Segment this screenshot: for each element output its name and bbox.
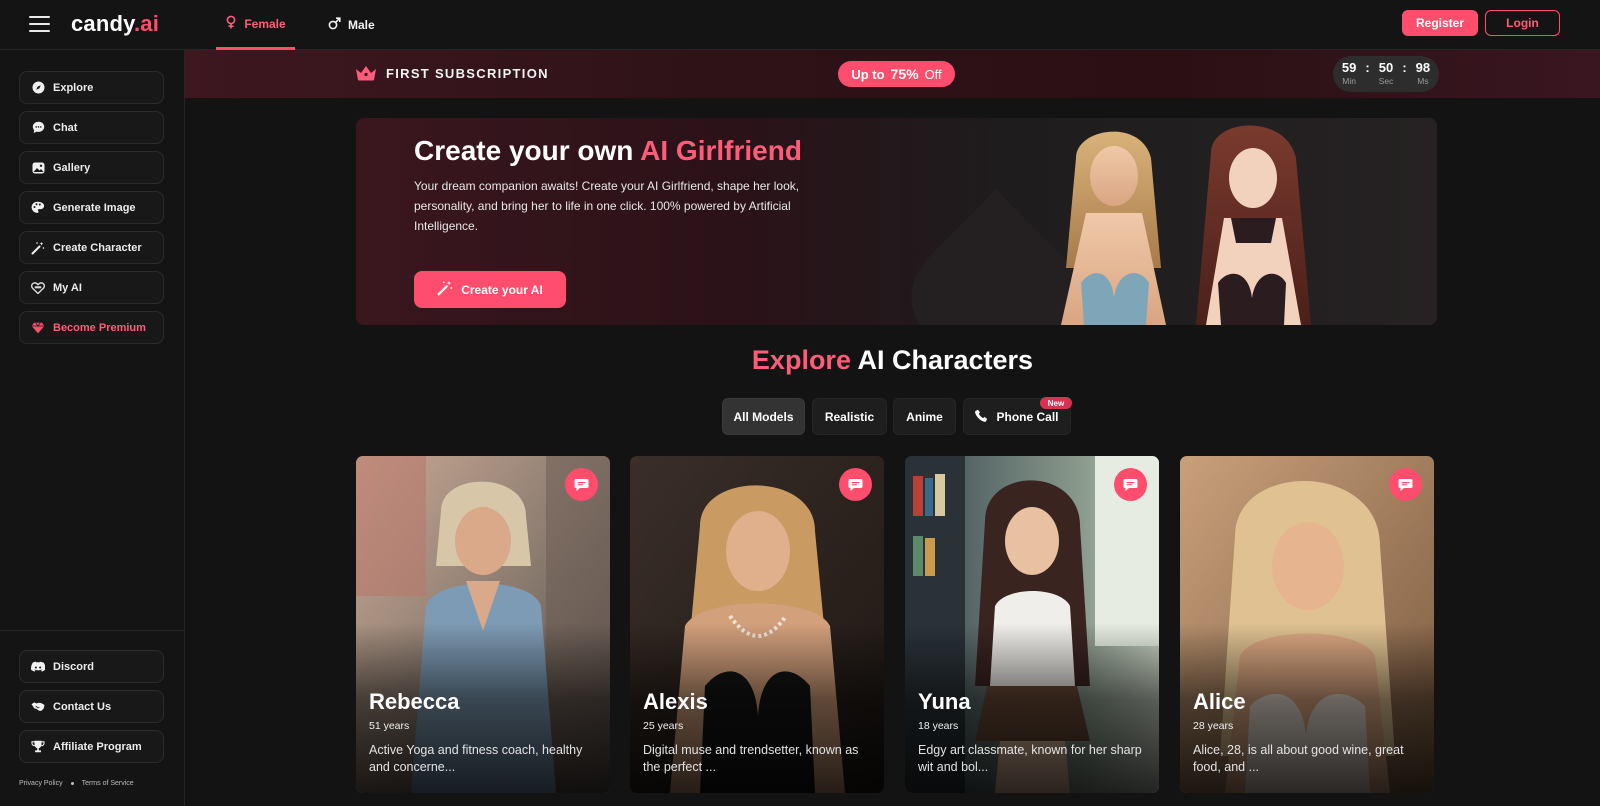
- character-age: 18 years: [918, 720, 959, 732]
- timer-separator: :: [1402, 60, 1407, 75]
- login-button[interactable]: Login: [1485, 10, 1560, 36]
- chat-bubble-icon[interactable]: [565, 468, 598, 501]
- chat-bubble-icon: [31, 121, 45, 135]
- discount-prefix: Up to: [851, 66, 885, 82]
- promo-title: FIRST SUBSCRIPTION: [386, 66, 549, 81]
- discount-percent: 75%: [890, 66, 919, 82]
- sidebar-item-contact-us[interactable]: Contact Us: [19, 690, 164, 723]
- tab-female-label: Female: [244, 16, 286, 31]
- new-badge: New: [1040, 397, 1072, 409]
- character-card-alexis[interactable]: Alexis 25 years Digital muse and trendse…: [630, 456, 884, 793]
- sidebar-item-generate-image[interactable]: Generate Image: [19, 191, 164, 224]
- sidebar-item-create-character[interactable]: Create Character: [19, 231, 164, 264]
- character-card-yuna[interactable]: Yuna 18 years Edgy art classmate, known …: [905, 456, 1159, 793]
- sidebar-item-chat[interactable]: Chat: [19, 111, 164, 144]
- chat-bubble-icon[interactable]: [1114, 468, 1147, 501]
- sidebar-item-gallery[interactable]: Gallery: [19, 151, 164, 184]
- explore-heading: Explore AI Characters: [751, 345, 1034, 375]
- crown-icon: [355, 65, 377, 86]
- character-description: Edgy art classmate, known for her sharp …: [918, 743, 1142, 774]
- sidebar-item-my-ai[interactable]: My AI: [19, 271, 164, 304]
- discord-icon: [31, 660, 45, 674]
- trophy-icon: [31, 740, 45, 754]
- terms-of-service-link[interactable]: Terms of Service: [82, 780, 134, 787]
- sidebar-item-affiliate-program[interactable]: Affiliate Program: [19, 730, 164, 763]
- footer-separator: [70, 782, 74, 785]
- filter-all-models[interactable]: All Models: [722, 398, 805, 435]
- tab-male-label: Male: [348, 18, 375, 32]
- character-age: 51 years: [369, 720, 410, 732]
- timer-milliseconds: 98 Ms: [1415, 60, 1431, 86]
- gallery-icon: [31, 161, 45, 175]
- character-age: 28 years: [1193, 720, 1234, 732]
- handshake-icon: [31, 700, 45, 714]
- character-description: Active Yoga and fitness coach, healthy a…: [369, 743, 583, 774]
- palette-icon: [31, 201, 45, 215]
- character-description: Digital muse and trendsetter, known as t…: [643, 743, 859, 774]
- sidebar: Explore Chat Gallery Generate Image Crea…: [0, 50, 185, 806]
- hero-description: Your dream companion awaits! Create your…: [414, 179, 800, 233]
- chat-bubble-icon[interactable]: [839, 468, 872, 501]
- promo-banner: FIRST SUBSCRIPTION Up to 75% Off 59 Min …: [185, 50, 1600, 98]
- diamond-icon: [31, 321, 45, 335]
- sidebar-item-explore[interactable]: Explore: [19, 71, 164, 104]
- filter-realistic[interactable]: Realistic: [812, 398, 887, 435]
- female-icon: [225, 15, 237, 32]
- sidebar-divider: [0, 630, 185, 631]
- hero-banner: Create your own AI Girlfriend Your dream…: [356, 118, 1437, 325]
- sidebar-item-become-premium[interactable]: Become Premium: [19, 311, 164, 344]
- top-bar: candy.ai Female Male Register Login: [0, 0, 1600, 50]
- sidebar-item-discord[interactable]: Discord: [19, 650, 164, 683]
- character-card-rebecca[interactable]: Rebecca 51 years Active Yoga and fitness…: [356, 456, 610, 793]
- character-age: 25 years: [643, 720, 684, 732]
- character-name: Rebecca: [369, 689, 460, 714]
- create-your-ai-button[interactable]: Create your AI: [414, 271, 566, 308]
- heart-mask-icon: [31, 281, 45, 295]
- logo[interactable]: candy.ai: [71, 11, 159, 37]
- discount-suffix: Off: [924, 66, 942, 82]
- register-button[interactable]: Register: [1402, 10, 1478, 36]
- timer-separator: :: [1365, 60, 1370, 75]
- character-name: Alice: [1193, 689, 1246, 714]
- discount-pill[interactable]: Up to 75% Off: [838, 61, 955, 87]
- compass-icon: [31, 81, 45, 95]
- tab-male[interactable]: Male: [328, 0, 375, 50]
- character-name: Alexis: [643, 689, 708, 714]
- tab-female[interactable]: Female: [216, 0, 295, 50]
- countdown-timer: 59 Min : 50 Sec : 98 Ms: [1333, 56, 1439, 92]
- magic-wand-icon: [437, 280, 453, 299]
- timer-seconds: 50 Sec: [1378, 60, 1394, 86]
- hero-girls-image: [1061, 125, 1311, 325]
- magic-wand-icon: [31, 241, 45, 255]
- hero-title: Create your own AI Girlfriend: [414, 135, 802, 166]
- character-card-alice[interactable]: Alice 28 years Alice, 28, is all about g…: [1180, 456, 1434, 793]
- phone-icon: [975, 409, 988, 425]
- character-description: Alice, 28, is all about good wine, great…: [1193, 743, 1404, 774]
- privacy-policy-link[interactable]: Privacy Policy: [19, 780, 63, 787]
- character-name: Yuna: [918, 689, 971, 714]
- filter-anime[interactable]: Anime: [893, 398, 956, 435]
- male-icon: [328, 17, 341, 33]
- hamburger-menu-icon[interactable]: [29, 16, 50, 32]
- sidebar-footer: Privacy Policy Terms of Service: [19, 780, 134, 787]
- timer-minutes: 59 Min: [1341, 60, 1357, 86]
- chat-bubble-icon[interactable]: [1389, 468, 1422, 501]
